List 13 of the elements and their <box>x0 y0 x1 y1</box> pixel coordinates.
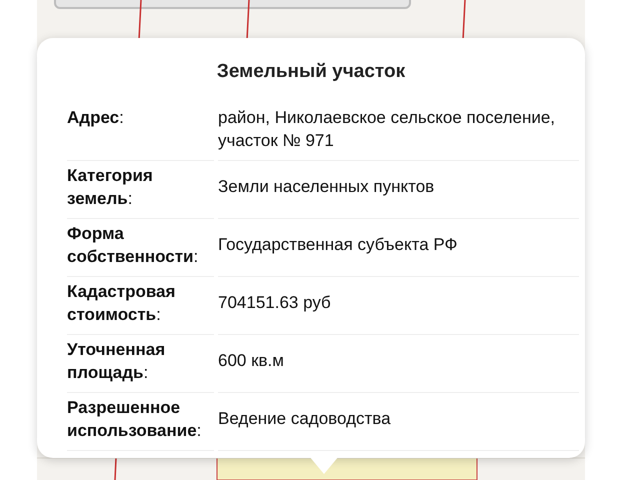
field-value: 600 кв.м <box>218 350 284 372</box>
field-value: Земли населенных пунктов <box>218 176 434 198</box>
field-label: Разрешенное использование: <box>67 398 202 440</box>
field-label: Форма собственности: <box>67 224 198 266</box>
field-value: район, Николаевское сельское поселение, участок № 971 <box>218 106 556 152</box>
field-value: Государственная субъекта РФ <box>218 234 458 256</box>
field-value: Ведение садоводства <box>218 408 391 430</box>
field-label: Уточненная площадь: <box>67 340 166 382</box>
popup-title: Земельный участок <box>216 60 406 84</box>
field-value: 704151.63 руб <box>218 292 331 314</box>
field-label: Адрес: <box>67 108 124 126</box>
field-label: Кадастровая стоимость: <box>67 282 176 324</box>
field-label: Категория земель: <box>67 166 153 208</box>
